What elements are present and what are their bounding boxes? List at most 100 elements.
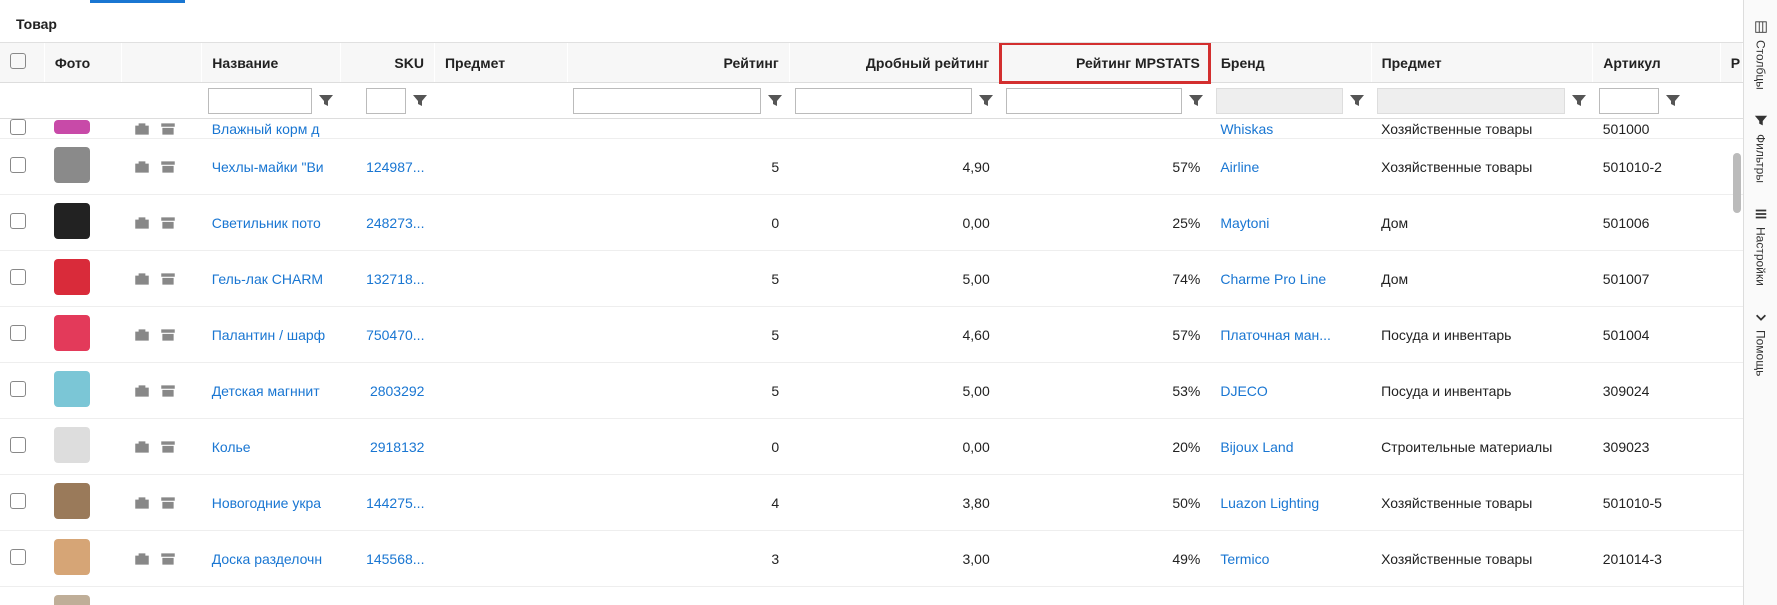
filter-icon[interactable] [318,93,334,109]
select-all-checkbox[interactable] [10,53,26,69]
filter-icon[interactable] [412,93,428,109]
row-checkbox[interactable] [10,119,26,135]
row-checkbox[interactable] [10,437,26,453]
filter-rating[interactable] [573,88,761,114]
row-checkbox[interactable] [10,381,26,397]
product-thumbnail[interactable] [54,120,90,134]
brand-link[interactable]: Luazon Lighting [1220,495,1319,511]
product-name-link[interactable]: Колье [212,439,251,455]
archive-icon[interactable] [158,494,178,512]
table-scroll[interactable]: Фото Название SKU Предмет Рейтинг Дробны… [0,43,1743,605]
brand-link[interactable]: Charme Pro Line [1220,271,1326,287]
briefcase-icon[interactable] [132,494,152,512]
sidebar-columns[interactable]: Столбцы [1750,8,1772,102]
sku-link[interactable]: 750470... [366,327,424,343]
filter-icon[interactable] [767,93,783,109]
brand-link[interactable]: Airline [1220,159,1259,175]
briefcase-icon[interactable] [132,120,152,138]
rating-cell: 5 [567,139,789,195]
col-sku[interactable]: SKU [341,45,434,81]
filter-artikul[interactable] [1599,88,1659,114]
filter-icon[interactable] [978,93,994,109]
row-checkbox[interactable] [10,213,26,229]
sku-link[interactable]: 124987... [366,159,424,175]
briefcase-icon[interactable] [132,326,152,344]
product-name-link[interactable]: Доска разделочн [212,551,322,567]
sku-link[interactable]: 132718... [366,271,424,287]
briefcase-icon[interactable] [132,270,152,288]
row-checkbox[interactable] [10,269,26,285]
sku-link[interactable]: 2803292 [370,383,425,399]
col-rating[interactable]: Рейтинг [568,45,789,81]
row-checkbox[interactable] [10,157,26,173]
sku-link[interactable]: 2918132 [370,439,425,455]
product-thumbnail[interactable] [54,147,90,183]
archive-icon[interactable] [158,120,178,138]
filter-name[interactable] [208,88,313,114]
rating-cell: 3 [567,531,789,587]
brand-link[interactable]: Whiskas [1220,121,1273,137]
drating-cell: 3,00 [789,531,1000,587]
filter-sku[interactable] [366,88,406,114]
product-thumbnail[interactable] [54,483,90,519]
sku-link[interactable]: 144275... [366,495,424,511]
filter-brand [1216,88,1343,114]
product-thumbnail[interactable] [54,595,90,605]
product-thumbnail[interactable] [54,427,90,463]
row-checkbox[interactable] [10,549,26,565]
briefcase-icon[interactable] [132,158,152,176]
product-name-link[interactable]: Светильник пото [212,215,321,231]
sidebar-settings[interactable]: Настройки [1750,195,1772,298]
brand-link[interactable]: Bijoux Land [1220,439,1293,455]
product-name-link[interactable]: Чехлы-майки "Ви [212,159,324,175]
sku-link[interactable]: 145568... [366,551,424,567]
product-name-link[interactable]: Детская магннит [212,383,320,399]
brand-link[interactable]: Termico [1220,551,1269,567]
table-row: Светильник пото248273...00,0025%MaytoniД… [0,195,1743,251]
archive-icon[interactable] [158,550,178,568]
filter-icon[interactable] [1188,93,1204,109]
product-thumbnail[interactable] [54,259,90,295]
product-thumbnail[interactable] [54,315,90,351]
col-predmet[interactable]: Предмет [435,45,567,81]
col-predmet2[interactable]: Предмет [1372,45,1593,81]
col-photo[interactable]: Фото [45,45,122,81]
sku-link[interactable]: 248273... [366,215,424,231]
col-mpstats[interactable]: Рейтинг MPSTATS [1000,45,1210,81]
briefcase-icon[interactable] [132,214,152,232]
product-name-link[interactable]: Палантин / шарф [212,327,326,343]
filter-drating[interactable] [795,88,972,114]
row-checkbox[interactable] [10,493,26,509]
col-brand[interactable]: Бренд [1211,45,1371,81]
scrollbar-thumb[interactable] [1733,153,1741,213]
archive-icon[interactable] [158,382,178,400]
filter-mpstats[interactable] [1006,88,1183,114]
archive-icon[interactable] [158,214,178,232]
briefcase-icon[interactable] [132,382,152,400]
brand-link[interactable]: Платочная ман... [1220,327,1331,343]
sidebar-help[interactable]: Помощь [1750,298,1772,388]
filter-icon[interactable] [1571,93,1587,109]
briefcase-icon[interactable] [132,550,152,568]
col-drating[interactable]: Дробный рейтинг [790,45,1000,81]
product-thumbnail[interactable] [54,203,90,239]
product-thumbnail[interactable] [54,371,90,407]
product-thumbnail[interactable] [54,539,90,575]
col-last[interactable]: Р [1721,45,1742,81]
col-name[interactable]: Название [202,45,340,81]
filter-icon[interactable] [1665,93,1681,109]
briefcase-icon[interactable] [132,438,152,456]
product-name-link[interactable]: Новогодние укра [212,495,321,511]
brand-link[interactable]: Maytoni [1220,215,1269,231]
archive-icon[interactable] [158,438,178,456]
row-checkbox[interactable] [10,325,26,341]
col-artikul[interactable]: Артикул [1593,45,1719,81]
product-name-link[interactable]: Влажный корм д [212,121,320,137]
sidebar-filters[interactable]: Фильтры [1750,102,1772,195]
archive-icon[interactable] [158,326,178,344]
filter-icon[interactable] [1349,93,1365,109]
brand-link[interactable]: DJECO [1220,383,1267,399]
product-name-link[interactable]: Гель-лак CHARM [212,271,323,287]
archive-icon[interactable] [158,158,178,176]
archive-icon[interactable] [158,270,178,288]
